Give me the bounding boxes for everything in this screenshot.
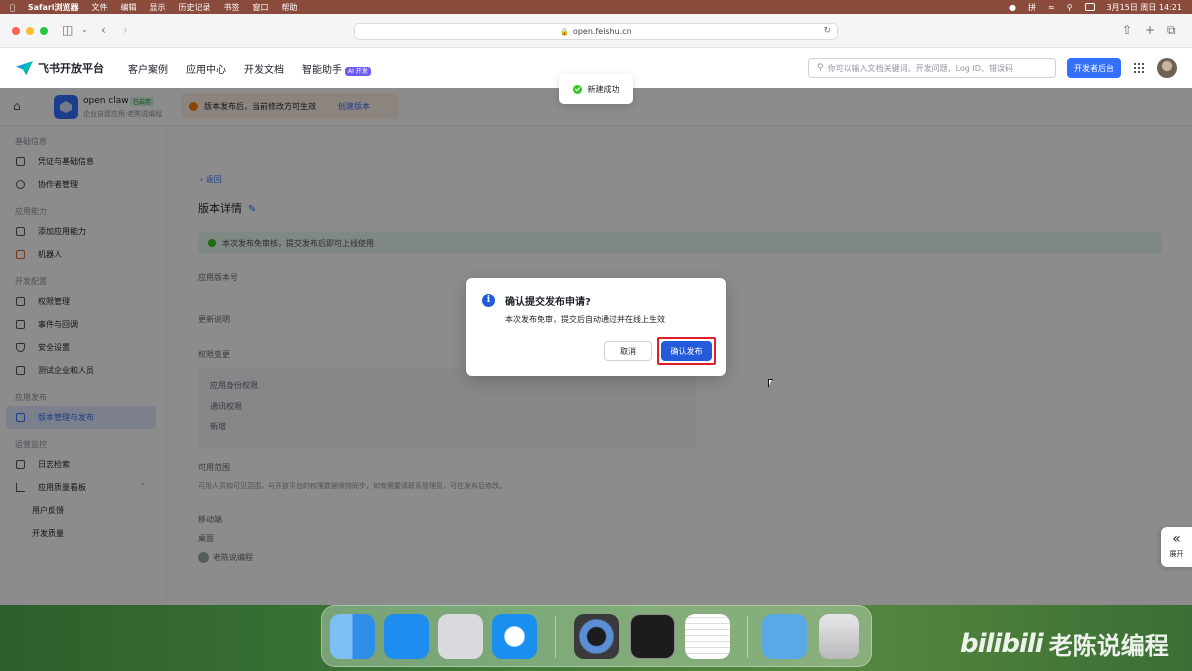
textedit-icon[interactable]: [685, 614, 730, 659]
wifi-icon[interactable]: ≈: [1048, 3, 1055, 12]
back-arrow-icon[interactable]: ‹: [101, 24, 106, 36]
reload-icon[interactable]: ↻: [823, 26, 831, 36]
menu-help[interactable]: 帮助: [282, 2, 298, 13]
record-icon[interactable]: ●: [1009, 3, 1016, 12]
brand-name[interactable]: 飞书开放平台: [38, 60, 104, 76]
quicktime-icon[interactable]: [574, 614, 619, 659]
dev-console-button[interactable]: 开发者后台: [1067, 58, 1121, 78]
forward-arrow-icon[interactable]: ›: [123, 24, 128, 36]
apple-icon[interactable]: : [10, 3, 15, 12]
chevron-down-icon[interactable]: ⌄: [81, 24, 88, 36]
zoom-window-button[interactable]: [40, 27, 48, 35]
success-toast: 新建成功: [559, 74, 633, 104]
toast-text: 新建成功: [587, 84, 620, 94]
confirm-publish-button[interactable]: 确认发布: [661, 341, 712, 361]
nav-customer-cases[interactable]: 客户案例: [128, 61, 168, 76]
macos-menubar:  Safari浏览器 文件 编辑 显示 历史记录 书签 窗口 帮助 ● 拼 ≈…: [0, 0, 1192, 14]
bilibili-logo: bilibili: [960, 628, 1044, 659]
terminal-icon[interactable]: [630, 614, 675, 659]
expand-panel-button[interactable]: « 展开: [1161, 527, 1192, 567]
app-grid-icon[interactable]: [1133, 62, 1144, 73]
feishu-logo-icon[interactable]: [16, 61, 33, 75]
safari-icon[interactable]: [492, 614, 537, 659]
macos-dock: [321, 605, 872, 667]
tab-overview-icon[interactable]: ⧉: [1167, 24, 1176, 36]
lock-icon: 🔒: [560, 27, 569, 36]
menu-edit[interactable]: 编辑: [121, 2, 137, 13]
watermark-text: 老陈说编程: [1048, 632, 1169, 660]
window-controls: [12, 27, 48, 35]
nav-dev-docs[interactable]: 开发文档: [244, 61, 284, 76]
input-method-icon[interactable]: 拼: [1028, 2, 1036, 13]
app-store-icon[interactable]: [384, 614, 429, 659]
downloads-folder-icon[interactable]: [762, 614, 807, 659]
expand-label: 展开: [1169, 550, 1184, 558]
info-icon: i: [482, 294, 495, 307]
check-circle-icon: [572, 84, 582, 94]
nav-ai-assistant-label: 智能助手: [302, 64, 342, 76]
mouse-cursor-icon: [768, 379, 773, 388]
share-icon[interactable]: ⇧: [1122, 24, 1132, 36]
url-text: open.feishu.cn: [572, 27, 632, 36]
spotlight-icon[interactable]: ⚲: [1067, 3, 1073, 12]
launchpad-icon[interactable]: [438, 614, 483, 659]
close-window-button[interactable]: [12, 27, 20, 35]
menu-window[interactable]: 窗口: [253, 2, 269, 13]
menu-view[interactable]: 显示: [150, 2, 166, 13]
menu-bookmarks[interactable]: 书签: [224, 2, 240, 13]
avatar[interactable]: [1157, 58, 1177, 78]
confirm-publish-dialog: i 确认提交发布申请? 本次发布免审，提交后自动通过并在线上生效 取消 确认发布: [466, 278, 726, 376]
minimize-window-button[interactable]: [26, 27, 34, 35]
new-tab-icon[interactable]: +: [1145, 24, 1155, 36]
search-placeholder: 你可以输入文档关键词、开发问题、Log ID、错误码: [827, 63, 1013, 73]
safari-toolbar: ◫ ⌄ ‹ › 🔒 open.feishu.cn ↻ ⇧ + ⧉: [0, 14, 1192, 48]
search-input[interactable]: ⚲ 你可以输入文档关键词、开发问题、Log ID、错误码: [808, 58, 1056, 78]
dialog-description: 本次发布免审，提交后自动通过并在线上生效: [505, 315, 665, 324]
ai-badge: AI 开发: [345, 66, 371, 76]
finder-icon[interactable]: [330, 614, 375, 659]
sidebar-toggle-icon[interactable]: ◫: [62, 24, 73, 36]
dock-separator: [555, 616, 556, 658]
menu-history[interactable]: 历史记录: [179, 2, 211, 13]
address-bar[interactable]: 🔒 open.feishu.cn ↻: [354, 23, 838, 40]
double-chevron-left-icon: «: [1172, 531, 1181, 547]
bilibili-watermark: bilibili 老陈说编程: [960, 626, 1169, 661]
nav-ai-assistant[interactable]: 智能助手 AI 开发: [302, 61, 371, 76]
search-icon: ⚲: [817, 63, 824, 73]
control-center-icon[interactable]: [1084, 3, 1095, 11]
menu-safari[interactable]: Safari浏览器: [28, 2, 79, 13]
nav-app-center[interactable]: 应用中心: [186, 61, 226, 76]
cancel-button[interactable]: 取消: [604, 341, 652, 361]
dialog-title: 确认提交发布申请?: [505, 297, 591, 308]
dock-separator: [747, 616, 748, 658]
trash-icon[interactable]: [819, 614, 859, 659]
menu-file[interactable]: 文件: [92, 2, 108, 13]
menubar-datetime[interactable]: 3月15日 周日 14:21: [1107, 2, 1182, 13]
